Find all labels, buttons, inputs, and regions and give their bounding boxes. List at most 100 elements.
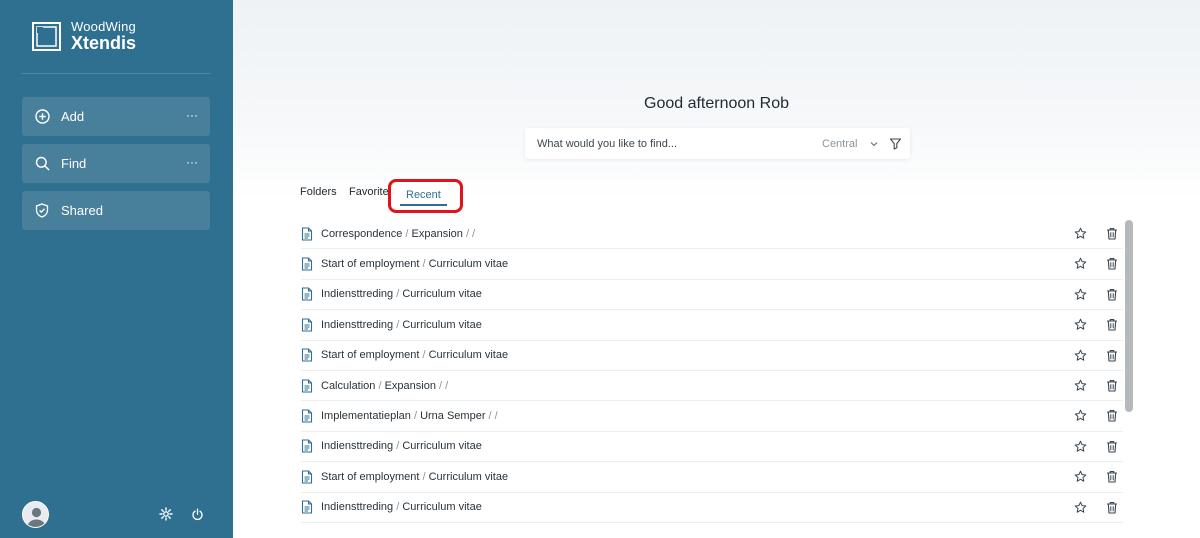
logo-text: WoodWing Xtendis [71, 20, 136, 52]
document-icon [301, 439, 313, 453]
document-icon [301, 287, 313, 302]
item-path[interactable]: Indiensttreding / Curriculum vitae [321, 440, 482, 452]
item-category: Expansion [384, 379, 436, 392]
trash-icon[interactable] [1106, 409, 1118, 422]
logo-line1: WoodWing [71, 19, 136, 34]
trash-icon[interactable] [1106, 227, 1118, 240]
trash-icon[interactable] [1106, 318, 1118, 331]
star-icon[interactable] [1074, 288, 1087, 301]
chevron-down-icon[interactable] [868, 137, 880, 149]
item-path[interactable]: Start of employment / Curriculum vitae [321, 349, 508, 361]
more-options-icon[interactable]: ··· [186, 109, 198, 121]
path-separator: / [393, 440, 403, 453]
document-icon [301, 348, 313, 362]
list-item[interactable]: Indiensttreding / Curriculum vitae [301, 432, 1123, 463]
item-path[interactable]: Indiensttreding / Curriculum vitae [321, 501, 482, 513]
item-path[interactable]: Correspondence / Expansion / / [321, 228, 475, 240]
main-content: Good afternoon Rob Central Folders Favor… [233, 0, 1200, 538]
tab-folders[interactable]: Folders [300, 186, 337, 198]
path-separator: / [419, 470, 429, 483]
trash-icon[interactable] [1106, 349, 1118, 362]
search-icon [34, 156, 50, 172]
item-category: Curriculum vitae [402, 288, 482, 301]
star-icon[interactable] [1074, 409, 1087, 422]
path-separator: / [402, 227, 412, 240]
path-separator: / [419, 258, 429, 271]
logo[interactable]: WoodWing Xtendis [32, 20, 136, 52]
document-icon [301, 227, 313, 241]
path-tail: / / [485, 410, 498, 423]
item-name: Indiensttreding [321, 288, 394, 301]
star-icon[interactable] [1074, 440, 1087, 453]
item-category: Curriculum vitae [428, 470, 509, 483]
item-category: Curriculum vitae [402, 318, 482, 331]
search-bar[interactable]: Central [525, 128, 910, 159]
item-category: Curriculum vitae [428, 349, 509, 362]
tab-active-underline [400, 204, 447, 206]
plus-circle-icon [34, 109, 50, 125]
trash-icon[interactable] [1106, 379, 1118, 392]
list-item[interactable]: Indiensttreding / Curriculum vitae [301, 280, 1123, 311]
sidebar-item-add[interactable]: Add ··· [22, 97, 210, 136]
list-item[interactable]: Calculation / Expansion / / [301, 371, 1123, 402]
trash-icon[interactable] [1106, 501, 1118, 514]
star-icon[interactable] [1074, 318, 1087, 331]
sidebar-item-label: Find [61, 156, 87, 171]
gear-icon[interactable] [158, 506, 174, 522]
sidebar-item-shared[interactable]: Shared [22, 191, 210, 230]
item-name: Indiensttreding [321, 440, 394, 453]
item-path[interactable]: Calculation / Expansion / / [321, 380, 448, 392]
list-item[interactable]: Start of employment / Curriculum vitae [301, 462, 1123, 493]
list-item[interactable]: Implementatieplan / Urna Semper / / [301, 401, 1123, 432]
tab-recent[interactable]: Recent [388, 179, 463, 213]
greeting: Good afternoon Rob [644, 95, 789, 112]
sidebar-item-label: Add [61, 109, 85, 124]
trash-icon[interactable] [1106, 257, 1118, 270]
path-tail: / / [462, 227, 476, 240]
document-icon [301, 470, 313, 484]
item-path[interactable]: Implementatieplan / Urna Semper / / [321, 410, 498, 422]
star-icon[interactable] [1074, 257, 1087, 270]
item-path[interactable]: Start of employment / Curriculum vitae [321, 471, 508, 483]
item-path[interactable]: Indiensttreding / Curriculum vitae [321, 319, 482, 331]
item-name: Start of employment [321, 470, 420, 483]
avatar[interactable] [22, 501, 49, 528]
star-icon[interactable] [1074, 501, 1087, 514]
sidebar-item-label: Shared [61, 203, 103, 218]
scrollbar[interactable] [1125, 220, 1133, 412]
star-icon[interactable] [1074, 470, 1087, 483]
list-item[interactable]: Indiensttreding / Curriculum vitae [301, 493, 1123, 523]
document-icon [301, 409, 313, 423]
trash-icon[interactable] [1106, 288, 1118, 301]
item-path[interactable]: Start of employment / Curriculum vitae [321, 258, 508, 270]
star-icon[interactable] [1074, 379, 1087, 392]
list-item[interactable]: Start of employment / Curriculum vitae [301, 249, 1123, 280]
item-category: Urna Semper [420, 410, 486, 423]
trash-icon[interactable] [1106, 440, 1118, 453]
logo-line2: Xtendis [71, 33, 137, 53]
star-icon[interactable] [1074, 349, 1087, 362]
document-icon [301, 379, 313, 393]
more-options-icon[interactable]: ··· [186, 156, 198, 168]
funnel-icon[interactable] [889, 137, 902, 150]
path-separator: / [419, 349, 429, 362]
item-name: Indiensttreding [321, 318, 394, 331]
list-item[interactable]: Correspondence / Expansion / / [301, 219, 1123, 250]
item-category: Curriculum vitae [402, 440, 482, 453]
item-name: Start of employment [321, 258, 420, 271]
list-item[interactable]: Indiensttreding / Curriculum vitae [301, 310, 1123, 341]
power-icon[interactable] [189, 506, 205, 522]
recent-list: Correspondence / Expansion / / Start of e… [301, 219, 1123, 523]
document-icon [301, 318, 313, 332]
sidebar-item-find[interactable]: Find ··· [22, 144, 210, 183]
trash-icon[interactable] [1106, 470, 1118, 483]
item-path[interactable]: Indiensttreding / Curriculum vitae [321, 288, 482, 300]
list-item[interactable]: Start of employment / Curriculum vitae [301, 341, 1123, 371]
item-name: Start of employment [321, 349, 420, 362]
search-input[interactable] [537, 137, 807, 150]
path-separator: / [393, 288, 403, 301]
star-icon[interactable] [1074, 227, 1087, 240]
search-scope[interactable]: Central [822, 128, 857, 159]
sidebar-divider [22, 73, 210, 74]
path-tail: / / [435, 379, 449, 392]
